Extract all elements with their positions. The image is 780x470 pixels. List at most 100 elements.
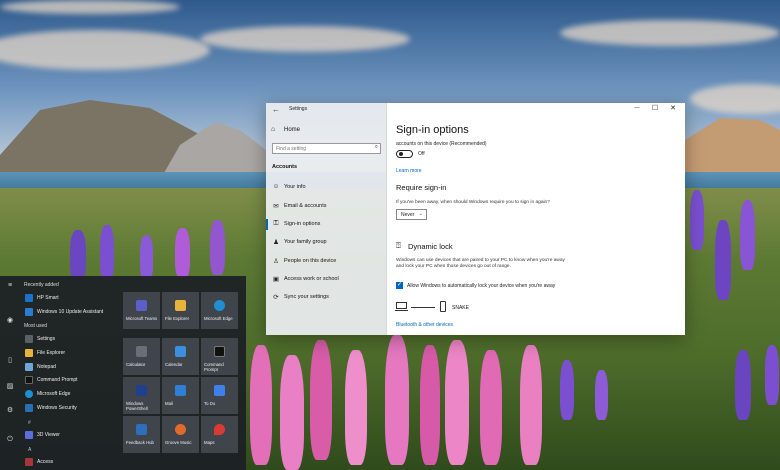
home-label: Home <box>284 127 301 133</box>
lupine-flower <box>70 230 86 280</box>
wallpaper-cloud <box>560 20 780 46</box>
sync-icon: ⟳ <box>273 294 279 301</box>
tile-windows-powershell[interactable]: Windows PowerShell <box>123 377 160 414</box>
app-label: Windows Security <box>37 405 77 411</box>
app-label: HP Smart <box>37 295 59 301</box>
nav-home[interactable]: ⌂ Home <box>271 126 381 138</box>
sidebar-item-label: Email & accounts <box>284 203 327 209</box>
mail-icon <box>175 385 186 396</box>
key-icon: ⚿ <box>273 220 279 227</box>
minimize-button[interactable]: — <box>629 105 645 111</box>
map-pin-icon <box>214 424 225 435</box>
list-item[interactable]: HP Smart <box>20 292 120 304</box>
letter-header[interactable]: # <box>28 420 31 426</box>
calendar-icon <box>175 346 186 357</box>
tile-label: Windows PowerShell <box>126 401 148 411</box>
page-title: Sign-in options <box>396 124 469 136</box>
lupine-flower <box>765 345 779 405</box>
list-item[interactable]: File Explorer <box>20 347 120 359</box>
tile-label: Microsoft Edge <box>204 316 233 321</box>
briefcase-icon: ▣ <box>272 276 280 283</box>
toggle-state-label: Off <box>418 151 425 157</box>
require-signin-dropdown[interactable]: Never ⌄ <box>396 209 427 220</box>
sidebar-item-family-group[interactable]: ♟ Your family group <box>266 236 387 250</box>
close-button[interactable]: ✕ <box>665 104 681 112</box>
tile-maps[interactable]: Maps <box>201 416 238 453</box>
sidebar-item-sync-settings[interactable]: ⟳ Sync your settings <box>266 291 387 305</box>
hamburger-icon[interactable]: ≡ <box>5 282 15 289</box>
sidebar-item-label: Your family group <box>284 239 327 245</box>
tile-microsoft-edge[interactable]: Microsoft Edge <box>201 292 238 329</box>
lupine-flower <box>520 345 542 465</box>
list-item[interactable]: Access <box>20 456 120 468</box>
list-item[interactable]: Command Prompt <box>20 374 120 386</box>
power-icon[interactable]: ⏻ <box>5 436 15 444</box>
title-bar: ← Settings <box>266 103 387 117</box>
search-input[interactable] <box>273 144 369 153</box>
lupine-flower <box>140 235 153 280</box>
lupine-flower <box>715 220 731 300</box>
tile-groove-music[interactable]: Groove Music <box>162 416 199 453</box>
back-arrow-icon[interactable]: ← <box>272 105 280 114</box>
tile-mail[interactable]: Mail <box>162 377 199 414</box>
maximize-button[interactable]: ☐ <box>647 104 663 112</box>
auto-lock-label: Allow Windows to automatically lock your… <box>407 283 556 289</box>
dropdown-value: Never <box>401 212 415 218</box>
section-heading: Accounts <box>272 164 298 170</box>
sidebar-item-work-school[interactable]: ▣ Access work or school <box>266 273 387 287</box>
sidebar-item-label: Sync your settings <box>284 294 329 300</box>
tile-calculator[interactable]: Calculator <box>123 338 160 375</box>
list-item[interactable]: Microsoft Edge <box>20 388 120 400</box>
tile-label: Calculator <box>126 362 146 367</box>
list-item[interactable]: Windows Security <box>20 402 120 414</box>
search-box[interactable]: ⌕ <box>272 143 381 154</box>
account-icon[interactable]: ◉ <box>5 316 15 324</box>
auto-lock-checkbox[interactable]: ✓ <box>396 282 403 289</box>
option-description: accounts on this device (Recommended) <box>396 141 487 147</box>
list-item[interactable]: Windows 10 Update Assistant <box>20 306 120 318</box>
wallpaper-cloud <box>0 0 180 14</box>
sidebar-item-sign-in-options[interactable]: ⚿ Sign-in options <box>266 218 387 232</box>
toggle-switch[interactable] <box>396 150 413 158</box>
paired-device-name: SNAKE <box>452 305 469 311</box>
lupine-flower <box>310 340 332 460</box>
bluetooth-devices-link[interactable]: Bluetooth & other devices <box>396 322 453 328</box>
tile-label: Command Prompt <box>204 362 224 372</box>
phone-icon <box>440 301 446 312</box>
tile-file-explorer[interactable]: File Explorer <box>162 292 199 329</box>
music-icon <box>175 424 186 435</box>
list-item[interactable]: Notepad <box>20 361 120 373</box>
lupine-flower <box>210 220 225 275</box>
letter-header[interactable]: A <box>28 447 31 453</box>
start-menu: ≡ ◉ ▯ ▨ ⚙ ⏻ Recently added HP Smart Wind… <box>0 276 246 470</box>
tile-microsoft-teams[interactable]: Microsoft Teams <box>123 292 160 329</box>
lupine-flower <box>595 370 608 420</box>
tile-label: Mail <box>165 401 173 406</box>
learn-more-link[interactable]: Learn more <box>396 168 422 174</box>
folder-icon <box>175 300 186 311</box>
app-label: 3D Viewer <box>37 432 60 438</box>
pictures-icon[interactable]: ▨ <box>5 382 15 390</box>
dynamic-lock-description: Windows can use devices that are paired … <box>396 258 565 270</box>
sidebar-item-your-info[interactable]: ☺ Your info <box>266 181 387 195</box>
settings-icon[interactable]: ⚙ <box>5 406 15 414</box>
list-item[interactable]: Settings <box>20 333 120 345</box>
sidebar-item-email-accounts[interactable]: ✉ Email & accounts <box>266 200 387 214</box>
people-icon: ♙ <box>273 258 279 265</box>
most-used-heading: Most used <box>24 323 48 329</box>
pc-stand <box>395 310 408 311</box>
settings-content: — ☐ ✕ Sign-in options accounts on this d… <box>387 103 685 335</box>
sidebar-item-people-on-device[interactable]: ♙ People on this device <box>266 255 387 269</box>
tile-to-do[interactable]: To Do <box>201 377 238 414</box>
search-icon[interactable]: ⌕ <box>375 144 378 151</box>
settings-app-icon <box>25 335 33 343</box>
list-item[interactable]: 3D Viewer <box>20 429 120 441</box>
app-label: Settings <box>37 336 56 342</box>
tile-calendar[interactable]: Calendar <box>162 338 199 375</box>
document-icon[interactable]: ▯ <box>5 356 15 364</box>
lupine-flower <box>175 228 190 278</box>
edge-icon <box>214 300 225 311</box>
notepad-icon <box>25 363 33 371</box>
tile-command-prompt[interactable]: Command Prompt <box>201 338 238 375</box>
tile-feedback-hub[interactable]: Feedback Hub <box>123 416 160 453</box>
